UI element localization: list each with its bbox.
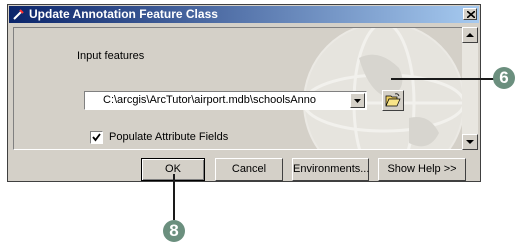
title-bar[interactable]: Update Annotation Feature Class [9, 6, 479, 23]
environments-button[interactable]: Environments... [292, 158, 369, 181]
show-help-button[interactable]: Show Help >> [378, 158, 466, 181]
update-annotation-dialog: Update Annotation Feature Class Input fe… [7, 4, 481, 182]
browse-button[interactable] [382, 90, 404, 111]
chevron-down-icon [354, 99, 361, 103]
step-6-callout: 6 [493, 67, 515, 89]
step-8-callout: 8 [163, 220, 185, 242]
globe-watermark-icon [302, 28, 463, 149]
populate-attributes-checkbox[interactable] [90, 131, 103, 144]
tool-icon [13, 9, 24, 20]
input-features-combobox[interactable]: C:\arcgis\ArcTutor\airport.mdb\schoolsAn… [84, 91, 367, 110]
vertical-scrollbar[interactable] [462, 27, 478, 150]
callout-6-leader [391, 78, 494, 80]
callout-8-leader [173, 174, 175, 220]
dialog-title: Update Annotation Feature Class [29, 7, 218, 21]
parameters-panel: Input features C:\arcgis\ArcTutor\airpor… [13, 27, 464, 150]
open-folder-icon [385, 93, 401, 107]
close-icon [467, 11, 475, 18]
cancel-button[interactable]: Cancel [215, 158, 283, 181]
input-features-label: Input features [77, 50, 145, 62]
checkmark-icon [92, 133, 101, 142]
arrow-up-icon [466, 33, 474, 37]
arrow-down-icon [466, 140, 474, 144]
combobox-dropdown-button[interactable] [350, 93, 365, 108]
populate-attributes-label: Populate Attribute Fields [109, 131, 229, 143]
input-features-value: C:\arcgis\ArcTutor\airport.mdb\schoolsAn… [103, 94, 316, 106]
scroll-up-button[interactable] [462, 27, 478, 43]
scroll-down-button[interactable] [462, 134, 478, 150]
close-button[interactable] [463, 8, 477, 20]
